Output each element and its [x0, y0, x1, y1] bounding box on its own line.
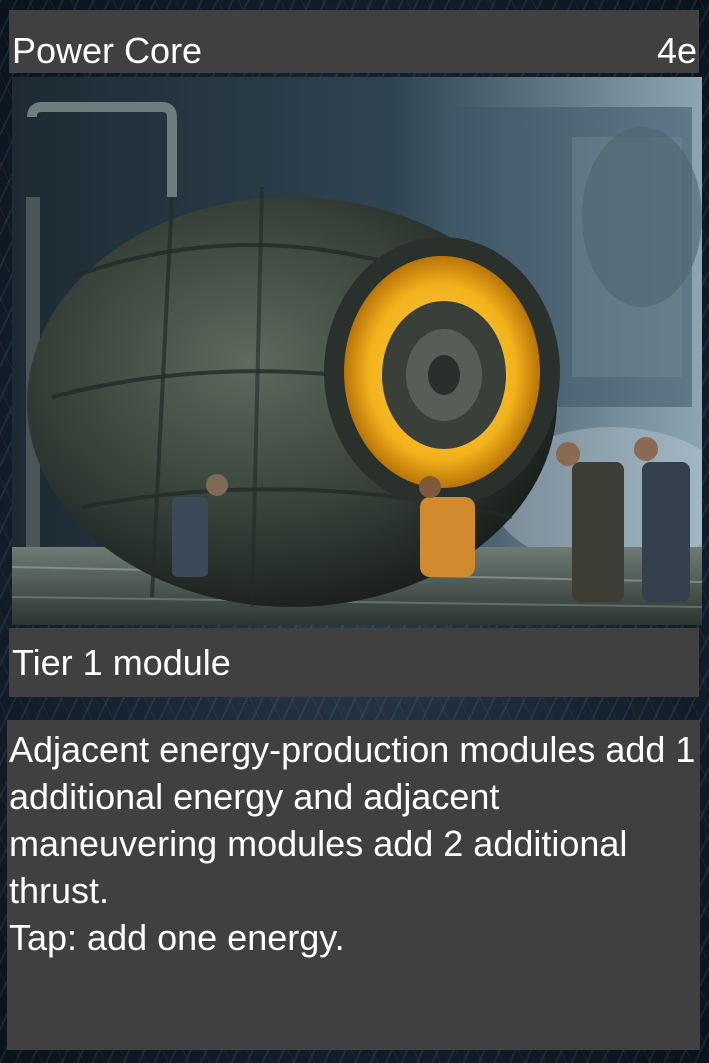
card-title-bar: Power Core 4e: [9, 10, 699, 73]
rules-paragraph: Adjacent energy-production modules add 1…: [9, 729, 696, 911]
card-rules-text: Adjacent energy-production modules add 1…: [9, 726, 697, 961]
rules-paragraph: Tap: add one energy.: [9, 917, 345, 958]
power-core-illustration: [12, 77, 702, 625]
card-cost: 4e: [656, 30, 697, 71]
card-rules-box: Adjacent energy-production modules add 1…: [7, 720, 700, 1050]
card-type-bar: Tier 1 module: [9, 628, 699, 697]
card-artwork: [12, 77, 702, 625]
card-name: Power Core: [12, 30, 203, 71]
card-type-line: Tier 1 module: [12, 642, 231, 683]
